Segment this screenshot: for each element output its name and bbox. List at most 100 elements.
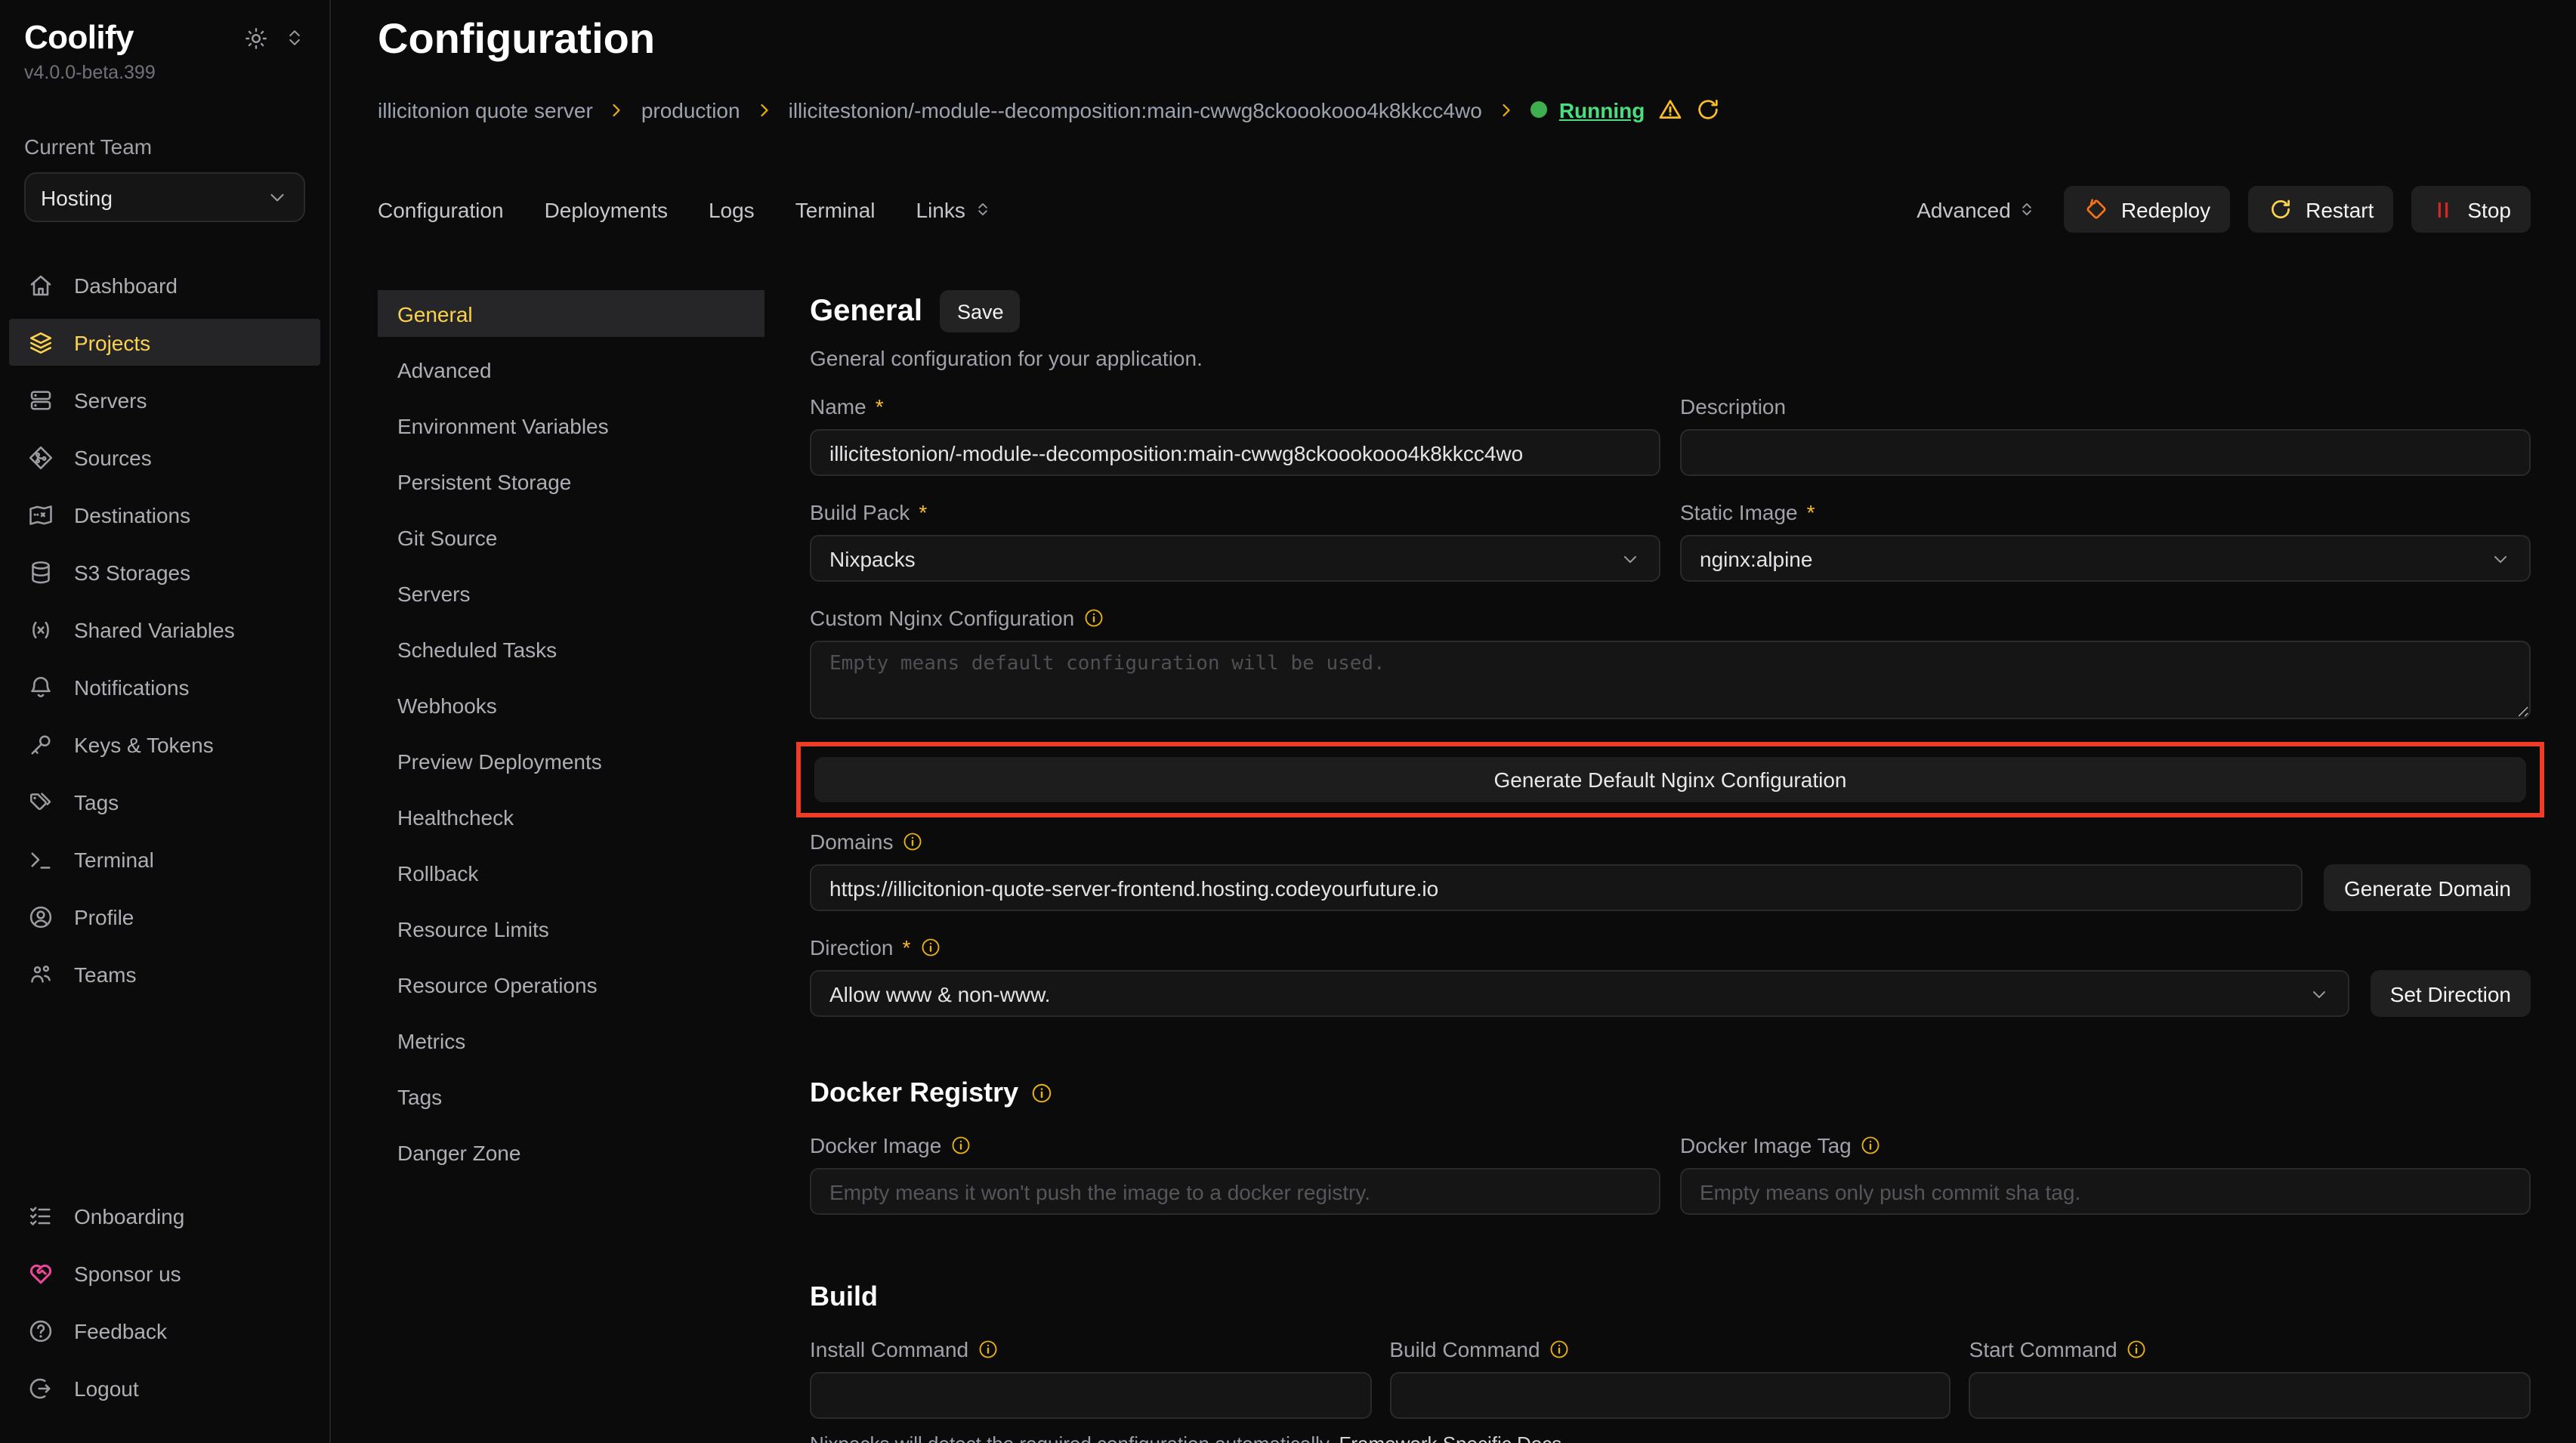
sidebar-item-notifications[interactable]: Notifications <box>9 663 320 710</box>
generate-domain-button[interactable]: Generate Domain <box>2324 864 2531 911</box>
sidebar-item-servers[interactable]: Servers <box>9 376 320 423</box>
info-icon <box>950 1135 971 1156</box>
settings-nav-scheduled-tasks[interactable]: Scheduled Tasks <box>378 626 764 672</box>
sidebar-item-tags[interactable]: Tags <box>9 778 320 825</box>
sidebar-item-s3-storages[interactable]: S3 Storages <box>9 548 320 595</box>
sidebar-item-teams[interactable]: Teams <box>9 950 320 997</box>
sidebar-item-feedback[interactable]: Feedback <box>9 1307 320 1354</box>
generate-nginx-config-button[interactable]: Generate Default Nginx Configuration <box>814 757 2526 802</box>
tab-configuration[interactable]: Configuration <box>378 197 504 221</box>
stop-button[interactable]: Stop <box>2411 186 2531 233</box>
tab-logs[interactable]: Logs <box>709 197 755 221</box>
heart-hands-icon <box>27 1259 54 1287</box>
home-icon <box>27 271 54 298</box>
info-icon <box>978 1339 999 1360</box>
teams-icon <box>27 960 54 987</box>
status: Running <box>1530 97 1721 122</box>
tab-deployments[interactable]: Deployments <box>545 197 668 221</box>
updown-chevron-icon[interactable] <box>284 27 305 48</box>
tab-links[interactable]: Links <box>916 197 993 221</box>
sidebar-item-dashboard[interactable]: Dashboard <box>9 261 320 308</box>
sidebar-item-shared-variables[interactable]: Shared Variables <box>9 606 320 653</box>
install-command-input[interactable] <box>810 1372 1371 1419</box>
settings-nav-resource-operations[interactable]: Resource Operations <box>378 961 764 1008</box>
build-command-label: Build Command <box>1389 1337 1540 1361</box>
settings-nav-servers[interactable]: Servers <box>378 570 764 616</box>
name-input[interactable] <box>810 429 1660 476</box>
custom-nginx-textarea[interactable] <box>810 641 2531 719</box>
sidebar-item-profile[interactable]: Profile <box>9 893 320 940</box>
status-dot <box>1530 101 1547 118</box>
set-direction-button[interactable]: Set Direction <box>2371 970 2531 1017</box>
settings-nav-tags[interactable]: Tags <box>378 1073 764 1120</box>
static-image-label: Static Image <box>1680 500 1798 524</box>
warning-icon[interactable] <box>1657 97 1682 122</box>
save-button[interactable]: Save <box>941 290 1021 332</box>
settings-nav-webhooks[interactable]: Webhooks <box>378 681 764 728</box>
sidebar-item-keys-tokens[interactable]: Keys & Tokens <box>9 721 320 768</box>
stop-label: Stop <box>2467 197 2511 221</box>
settings-nav-rollback[interactable]: Rollback <box>378 849 764 896</box>
help-circle-icon <box>27 1317 54 1344</box>
nixpacks-note: Nixpacks will detect the required config… <box>810 1432 2531 1443</box>
build-command-input[interactable] <box>1389 1372 1951 1419</box>
settings-nav-metrics[interactable]: Metrics <box>378 1017 764 1064</box>
updown-chevron-icon <box>2017 199 2037 219</box>
docker-image-input[interactable] <box>810 1168 1660 1215</box>
settings-nav-resource-limits[interactable]: Resource Limits <box>378 905 764 952</box>
sidebar-item-sources[interactable]: Sources <box>9 434 320 480</box>
static-image-select[interactable]: nginx:alpine <box>1680 535 2531 582</box>
domains-label: Domains <box>810 830 894 854</box>
sidebar-item-destinations[interactable]: Destinations <box>9 491 320 538</box>
sidebar-item-onboarding[interactable]: Onboarding <box>9 1192 320 1239</box>
sidebar-item-sponsor-us[interactable]: Sponsor us <box>9 1250 320 1296</box>
status-badge[interactable]: Running <box>1559 97 1645 122</box>
variables-icon <box>27 616 54 643</box>
git-source-icon <box>27 443 54 471</box>
sidebar-item-terminal[interactable]: Terminal <box>9 836 320 882</box>
tab-label: Deployments <box>545 197 668 221</box>
framework-docs-link[interactable]: Framework Specific Docs <box>1339 1432 1561 1443</box>
database-icon <box>27 558 54 586</box>
settings-nav-git-source[interactable]: Git Source <box>378 514 764 561</box>
breadcrumb-environment[interactable]: production <box>641 97 740 122</box>
key-icon <box>27 731 54 758</box>
restart-button[interactable]: Restart <box>2248 186 2393 233</box>
chevron-right-icon <box>1497 100 1515 119</box>
settings-nav-healthcheck[interactable]: Healthcheck <box>378 793 764 840</box>
nixpacks-note-text: Nixpacks will detect the required config… <box>810 1432 1333 1443</box>
description-input[interactable] <box>1680 429 2531 476</box>
coolify-app: Coolify v4.0.0-beta.399 Current Team Hos… <box>0 0 2576 1443</box>
direction-select[interactable]: Allow www & non-www. <box>810 970 2349 1017</box>
settings-nav-persistent-storage[interactable]: Persistent Storage <box>378 458 764 505</box>
breadcrumb-project[interactable]: illicitonion quote server <box>378 97 593 122</box>
build-pack-label: Build Pack <box>810 500 910 524</box>
start-command-input[interactable] <box>1969 1372 2531 1419</box>
refresh-icon[interactable] <box>1694 97 1720 122</box>
docker-image-tag-input[interactable] <box>1680 1168 2531 1215</box>
sidebar-item-label: Sponsor us <box>74 1261 181 1285</box>
section-heading-general: General <box>810 294 922 329</box>
advanced-dropdown[interactable]: Advanced <box>1917 197 2037 221</box>
settings-nav-environment-variables[interactable]: Environment Variables <box>378 402 764 449</box>
tabs-row: Configuration Deployments Logs Terminal … <box>378 186 2531 233</box>
domains-input[interactable] <box>810 864 2303 911</box>
breadcrumb-application[interactable]: illicitestonion/-module--decomposition:m… <box>789 97 1482 122</box>
sidebar-item-logout[interactable]: Logout <box>9 1364 320 1411</box>
settings-nav-danger-zone[interactable]: Danger Zone <box>378 1129 764 1176</box>
team-select[interactable]: Hosting <box>24 172 305 222</box>
sidebar-item-projects[interactable]: Projects <box>9 319 320 366</box>
settings-nav-advanced[interactable]: Advanced <box>378 346 764 393</box>
sidebar-item-label: Notifications <box>74 675 190 699</box>
terminal-icon <box>27 845 54 873</box>
build-pack-select[interactable]: Nixpacks <box>810 535 1660 582</box>
settings-nav-preview-deployments[interactable]: Preview Deployments <box>378 737 764 784</box>
app-version: v4.0.0-beta.399 <box>24 62 305 83</box>
info-icon <box>1030 1082 1053 1105</box>
tab-terminal[interactable]: Terminal <box>795 197 876 221</box>
sun-icon[interactable] <box>243 25 269 51</box>
settings-nav-general[interactable]: General <box>378 290 764 337</box>
redeploy-icon <box>2083 196 2109 222</box>
redeploy-button[interactable]: Redeploy <box>2064 186 2230 233</box>
tab-label: Logs <box>709 197 755 221</box>
